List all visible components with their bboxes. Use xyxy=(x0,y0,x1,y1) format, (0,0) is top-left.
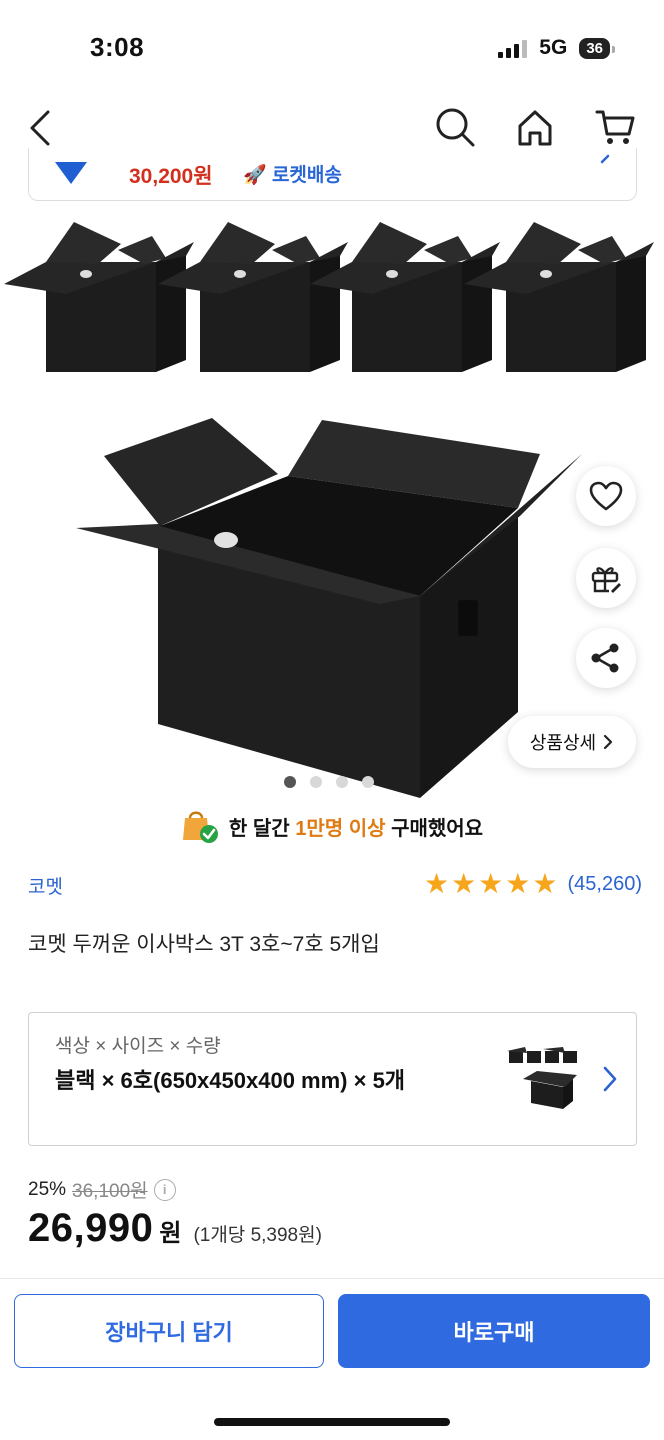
signal-icon xyxy=(498,38,528,58)
gallery-pagination xyxy=(284,776,374,788)
product-image-gallery[interactable] xyxy=(0,204,664,800)
gallery-dot[interactable] xyxy=(336,776,348,788)
rating-summary[interactable]: ★ ★ ★ ★ ★ (45,260) xyxy=(424,870,642,898)
search-icon xyxy=(436,108,475,147)
purchase-count-text: 한 달간 1만명 이상 구매했어요 xyxy=(228,817,484,840)
gallery-dot[interactable] xyxy=(284,776,296,788)
product-image xyxy=(4,222,654,798)
chevron-right-icon xyxy=(602,1065,618,1098)
home-icon xyxy=(518,110,552,146)
search-button[interactable] xyxy=(434,106,476,153)
original-price: 36,100원 xyxy=(72,1181,148,1202)
gift-button[interactable] xyxy=(576,548,636,608)
home-button[interactable] xyxy=(514,106,556,153)
chevron-left-icon xyxy=(30,110,50,146)
info-icon[interactable]: i xyxy=(153,1178,176,1201)
review-count[interactable]: (45,260) xyxy=(568,873,643,896)
buy-now-button[interactable]: 바로구매 xyxy=(338,1294,650,1368)
star-icon: ★ xyxy=(478,868,504,899)
option-selector[interactable]: 색상 × 사이즈 × 수량 블랙 × 6호(650x450x400 mm) × … xyxy=(28,1012,637,1146)
pinned-product-strip[interactable]: 30,200원 🚀 로켓배송 xyxy=(28,148,637,201)
unit-price: (1개당 5,398원) xyxy=(193,1225,322,1246)
gallery-dot[interactable] xyxy=(310,776,322,788)
add-to-cart-button[interactable]: 장바구니 담기 xyxy=(14,1294,324,1368)
share-icon xyxy=(591,643,619,673)
cart-icon xyxy=(595,110,635,144)
cart-button[interactable] xyxy=(594,106,636,153)
product-title: 코멧 두꺼운 이사박스 3T 3호~7호 5개입 xyxy=(28,933,380,956)
product-detail-label: 상품상세 xyxy=(529,733,597,753)
home-indicator xyxy=(214,1418,450,1426)
footer-divider xyxy=(0,1278,664,1279)
discount-row: 25% 36,100원 i xyxy=(28,1176,176,1203)
status-time: 3:08 xyxy=(90,32,145,62)
option-value: 블랙 × 6호(650x450x400 mm) × 5개 xyxy=(55,1068,406,1093)
sale-price: 26,990 xyxy=(28,1206,154,1250)
star-icon: ★ xyxy=(532,868,558,899)
strip-price: 30,200원 xyxy=(129,165,213,188)
network-label: 5G xyxy=(539,36,568,59)
star-icon: ★ xyxy=(451,868,477,899)
back-button[interactable] xyxy=(26,108,54,153)
chevron-down-icon xyxy=(600,150,614,171)
product-detail-button[interactable]: 상품상세 xyxy=(508,716,636,768)
heart-icon xyxy=(589,481,623,511)
product-thumbnail xyxy=(55,162,87,184)
rocket-delivery-label: 로켓배송 xyxy=(271,165,342,186)
star-icon: ★ xyxy=(505,868,531,899)
option-label: 색상 × 사이즈 × 수량 xyxy=(55,1036,221,1057)
discount-rate: 25% xyxy=(28,1178,67,1200)
wishlist-button[interactable] xyxy=(576,466,636,526)
shopping-bag-check-icon xyxy=(182,811,218,843)
option-thumbnail xyxy=(507,1043,587,1115)
battery-icon: 36 xyxy=(579,37,615,59)
star-icon: ★ xyxy=(423,868,450,899)
share-button[interactable] xyxy=(576,628,636,688)
rocket-delivery-badge: 🚀 로켓배송 xyxy=(243,160,342,187)
gallery-dot[interactable] xyxy=(362,776,374,788)
gift-icon xyxy=(591,567,621,593)
price-row: 26,990 원 (1개당 5,398원) xyxy=(28,1206,322,1251)
chevron-right-icon xyxy=(604,734,613,750)
brand-link[interactable]: 코멧 xyxy=(28,872,63,899)
rocket-icon: 🚀 xyxy=(243,165,267,186)
status-icons: 5G 36 xyxy=(498,36,615,60)
purchase-count-banner: 한 달간 1만명 이상 구매했어요 xyxy=(0,808,664,844)
sale-price-currency: 원 xyxy=(159,1220,182,1247)
